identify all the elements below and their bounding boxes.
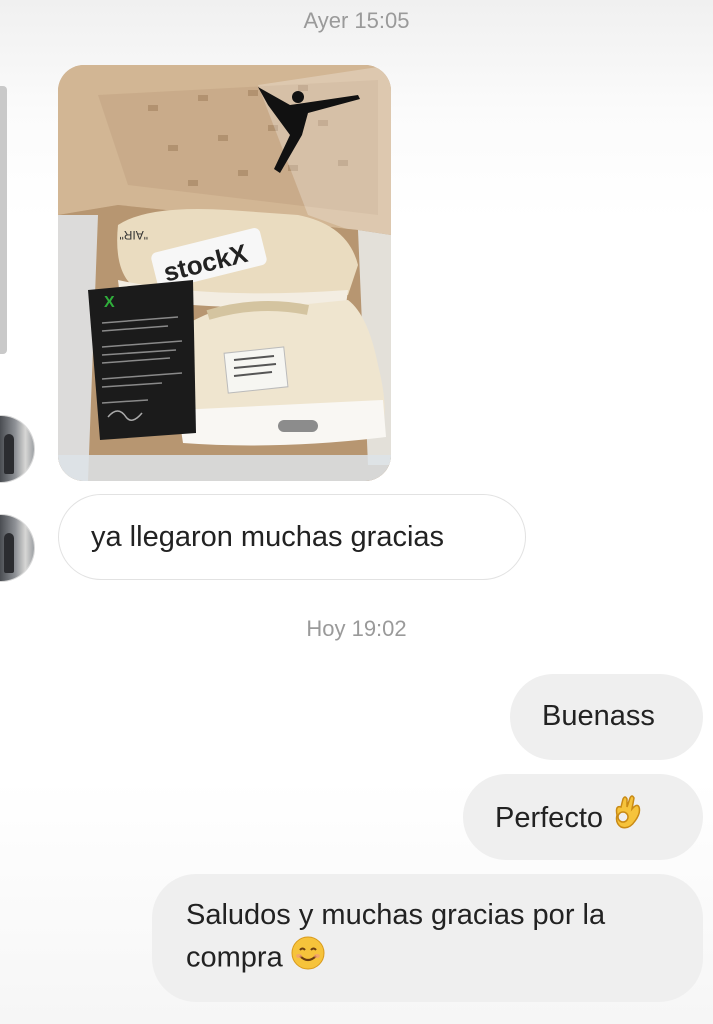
timestamp-hoy: Hoy 19:02	[306, 616, 407, 641]
timestamp-ayer: Ayer 15:05	[303, 8, 410, 33]
message-text-line-1: Saludos y muchas gracias por la	[186, 899, 606, 931]
ok-hand-emoji	[611, 795, 643, 844]
shared-photo-message[interactable]: stockX "AIR" X	[58, 65, 391, 481]
outgoing-message-bubble[interactable]: Saludos y muchas gracias por la compra	[152, 874, 703, 1002]
outgoing-message-bubble[interactable]: Buenass	[510, 674, 703, 760]
message-text-line-2: compra	[186, 941, 283, 974]
svg-text:"AIR": "AIR"	[119, 228, 148, 242]
avatar-figure	[4, 533, 14, 573]
scroll-indicator[interactable]	[0, 86, 7, 354]
message-text: Perfecto	[495, 802, 603, 835]
avatar-figure	[4, 434, 14, 474]
message-text: ya llegaron muchas gracias	[91, 521, 445, 553]
incoming-message-bubble[interactable]: ya llegaron muchas gracias	[58, 494, 526, 580]
smiling-face-emoji	[291, 936, 325, 982]
svg-text:X: X	[104, 294, 115, 311]
outgoing-message-bubble[interactable]: Perfecto	[463, 774, 703, 860]
sneaker-box-photo: stockX "AIR" X	[58, 65, 391, 481]
message-text: Buenass	[542, 700, 655, 732]
